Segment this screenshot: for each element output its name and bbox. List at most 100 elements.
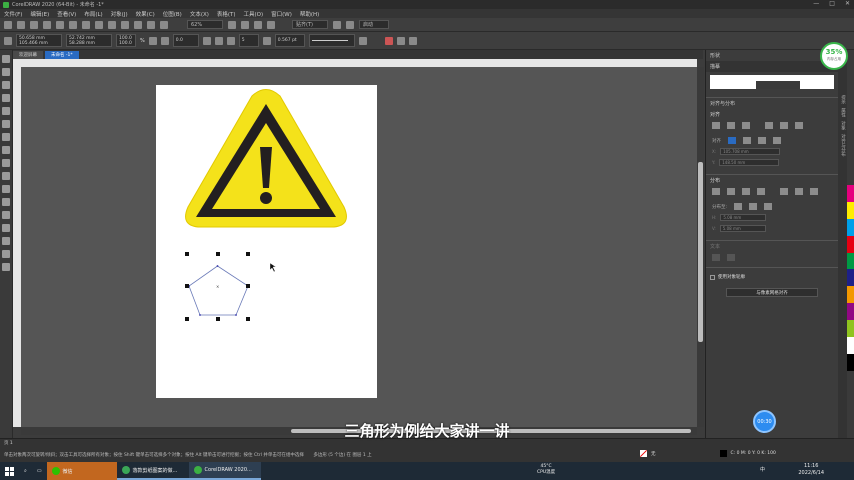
crop-tool-icon[interactable] — [2, 81, 10, 89]
align-top-icon[interactable] — [765, 122, 773, 129]
open-icon[interactable] — [17, 20, 25, 29]
grid-icon[interactable] — [254, 20, 262, 29]
save-icon[interactable] — [30, 20, 38, 29]
docker-tab-hints[interactable]: 提示 — [840, 95, 846, 104]
page-navigator[interactable]: 页 1 — [4, 440, 13, 446]
warning-triangle[interactable] — [185, 89, 347, 228]
distribute-bottom-icon[interactable] — [810, 188, 818, 195]
fill-none-swatch[interactable] — [639, 449, 648, 458]
wrap-text-icon[interactable] — [358, 36, 367, 45]
align-page-center-icon[interactable] — [758, 137, 766, 144]
parallel-dimension-icon[interactable] — [2, 185, 10, 193]
close-button[interactable]: ✕ — [845, 0, 850, 7]
align-selected-objects-icon[interactable] — [728, 137, 736, 144]
taskbar-app-wechat[interactable]: 微信 — [46, 462, 117, 480]
add-icon[interactable] — [408, 36, 417, 45]
use-outline-checkbox[interactable] — [710, 274, 715, 280]
align-right-icon[interactable] — [742, 122, 750, 129]
cut-icon[interactable] — [56, 20, 64, 29]
paste-icon[interactable] — [82, 20, 90, 29]
distribute-spacing-icon[interactable] — [742, 188, 750, 195]
snap-to-select[interactable]: 贴齐(T) — [292, 20, 328, 29]
h-spacing-field[interactable]: 5.08 mm — [720, 214, 767, 221]
publish-pdf-icon[interactable] — [160, 20, 168, 29]
taskbar-search-icon[interactable]: ⌕ — [19, 462, 32, 480]
menu-help[interactable]: 帮助(H) — [300, 10, 319, 18]
selected-pentagon[interactable]: × — [188, 265, 249, 316]
distribute-center-icon[interactable] — [727, 188, 735, 195]
eyedropper-icon[interactable] — [2, 237, 10, 245]
interactive-fill-icon[interactable] — [2, 250, 10, 258]
ellipse-tool-icon[interactable] — [2, 146, 10, 154]
vertical-scrollbar[interactable] — [697, 67, 704, 427]
connector-tool-icon[interactable] — [2, 198, 10, 206]
distribute-point-icon[interactable] — [764, 203, 773, 210]
freehand-tool-icon[interactable] — [2, 107, 10, 115]
color-palette[interactable] — [847, 50, 854, 439]
size-fields[interactable]: 52.742 mm 58.288 mm — [66, 34, 112, 47]
smart-fill-icon[interactable] — [2, 263, 10, 271]
menu-bitmaps[interactable]: 位图(B) — [163, 10, 182, 18]
align-grid-icon[interactable] — [773, 137, 781, 144]
pixel-align-button[interactable]: 与像素网格对齐 — [726, 288, 818, 297]
align-center-h-icon[interactable] — [727, 122, 735, 129]
distribute-page-icon[interactable] — [749, 203, 758, 210]
text-tool-icon[interactable] — [2, 172, 10, 180]
outline-width-field[interactable]: 0.567 pt — [274, 34, 305, 47]
minimize-button[interactable]: — — [813, 0, 819, 7]
object-origin-icon[interactable] — [4, 36, 12, 45]
menu-effects[interactable]: 效果(C) — [136, 10, 155, 18]
lock-ratio-icon[interactable] — [148, 36, 157, 45]
launch-icon[interactable] — [346, 20, 354, 29]
shape-tool-icon[interactable] — [2, 68, 10, 76]
import-icon[interactable] — [134, 20, 142, 29]
line-style-select[interactable] — [308, 34, 355, 47]
menu-edit[interactable]: 编辑(E) — [30, 10, 49, 18]
mirror-horizontal-icon[interactable] — [202, 36, 211, 45]
undo-icon[interactable] — [95, 20, 103, 29]
align-left-icon[interactable] — [712, 122, 720, 129]
menu-window[interactable]: 窗口(W) — [271, 10, 292, 18]
distribute-top-icon[interactable] — [780, 188, 788, 195]
full-screen-icon[interactable] — [228, 20, 236, 29]
menu-table[interactable]: 表格(T) — [217, 10, 236, 18]
position-fields[interactable]: 50.658 mm 105.466 mm — [16, 34, 62, 47]
polygon-tool-icon[interactable] — [2, 159, 10, 167]
options-gear-icon[interactable] — [333, 20, 341, 29]
menu-layout[interactable]: 布局(L) — [84, 10, 102, 18]
v-spacing-field[interactable]: 5.08 mm — [719, 225, 766, 232]
rectangle-tool-icon[interactable] — [2, 133, 10, 141]
outline-color-swatch[interactable] — [719, 450, 727, 457]
copy-icon[interactable] — [69, 20, 77, 29]
drawing-canvas[interactable]: × — [21, 67, 697, 427]
docker-tab-align[interactable]: 对齐与分布 — [840, 134, 846, 157]
quick-customize-icon[interactable] — [396, 36, 405, 45]
rotation-angle-field[interactable]: 0.0 — [172, 34, 199, 47]
rotate-icon[interactable] — [160, 36, 169, 45]
menu-object[interactable]: 对象(J) — [111, 10, 128, 18]
align-bottom-icon[interactable] — [795, 122, 803, 129]
taskbar-app-coreldraw[interactable]: CorelDRAW 2020... — [188, 462, 261, 480]
artistic-media-icon[interactable] — [2, 120, 10, 128]
pick-tool-icon[interactable] — [2, 55, 10, 63]
menu-file[interactable]: 文件(F) — [4, 10, 22, 18]
menu-tools[interactable]: 工具(O) — [244, 10, 264, 18]
align-y-field[interactable]: 148.50 mm — [719, 159, 780, 166]
docker-tab-objects[interactable]: 对象 — [840, 121, 846, 130]
polygon-icon[interactable] — [226, 36, 235, 45]
export-icon[interactable] — [147, 20, 155, 29]
outline-width-icon[interactable] — [262, 36, 271, 45]
taskbar-app-browser[interactable]: 落款剪纸图案的做... — [116, 462, 189, 480]
print-icon[interactable] — [43, 20, 51, 29]
horizontal-ruler[interactable] — [13, 59, 697, 67]
zoom-tool-icon[interactable] — [2, 94, 10, 102]
scale-fields[interactable]: 100.0 100.0 — [116, 34, 136, 47]
mirror-vertical-icon[interactable] — [214, 36, 223, 45]
maximize-button[interactable]: □ — [829, 0, 835, 7]
transparency-icon[interactable] — [2, 224, 10, 232]
launch-select[interactable]: 启动 — [359, 20, 389, 29]
docker-tab-properties[interactable]: 属性 — [840, 108, 846, 117]
guidelines-icon[interactable] — [267, 20, 275, 29]
vertical-scroll-thumb[interactable] — [698, 162, 703, 342]
rulers-icon[interactable] — [241, 20, 249, 29]
